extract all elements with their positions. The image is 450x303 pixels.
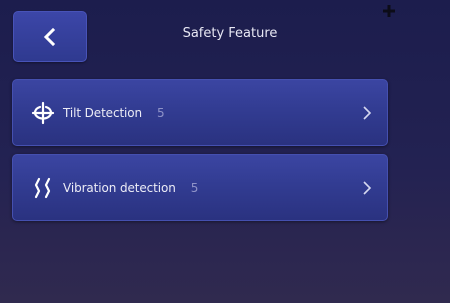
vibration-icon bbox=[31, 176, 55, 200]
tilt-icon bbox=[31, 101, 55, 125]
vibration-detection-count: 5 bbox=[190, 180, 199, 195]
tilt-detection-count: 5 bbox=[157, 105, 165, 120]
vibration-detection-label: Vibration detection bbox=[63, 180, 176, 195]
chevron-right-icon bbox=[363, 106, 372, 120]
screen: Safety Feature Tilt Detection 5 Vibratio… bbox=[0, 0, 450, 303]
chevron-right-icon bbox=[363, 181, 372, 195]
back-button[interactable] bbox=[13, 11, 87, 62]
plus-marker-icon bbox=[383, 5, 395, 17]
vibration-detection-row[interactable]: Vibration detection 5 bbox=[12, 154, 388, 221]
tilt-detection-label: Tilt Detection bbox=[63, 105, 143, 120]
page-title: Safety Feature bbox=[182, 26, 278, 41]
chevron-left-icon bbox=[43, 27, 56, 46]
tilt-detection-row[interactable]: Tilt Detection 5 bbox=[12, 79, 388, 146]
